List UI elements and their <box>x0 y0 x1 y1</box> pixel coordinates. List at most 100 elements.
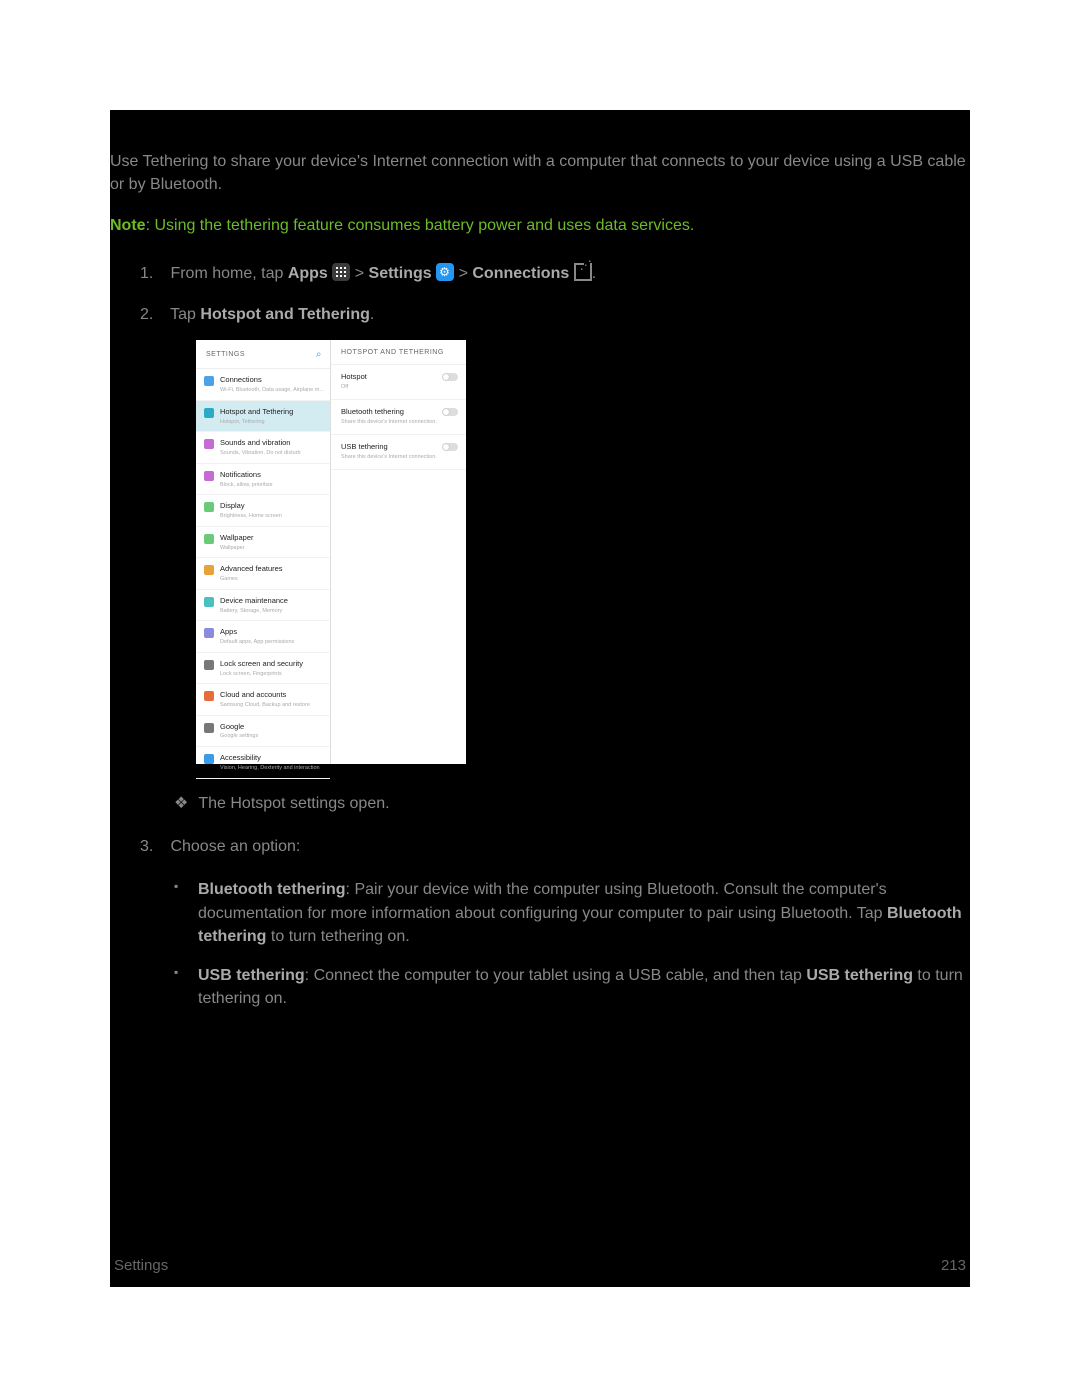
row-title: Hotspot and Tethering <box>220 407 324 418</box>
row-icon <box>204 754 214 764</box>
row-icon <box>204 471 214 481</box>
settings-row: Cloud and accountsSamsung Cloud, Backup … <box>196 684 330 715</box>
settings-row: Hotspot and TetheringHotspot, Tethering <box>196 401 330 432</box>
settings-left-header: SETTINGS ⌕ <box>196 340 330 370</box>
opt2-t1: : Connect the computer to your tablet us… <box>305 967 807 984</box>
row-icon <box>204 660 214 670</box>
row-title: Lock screen and security <box>220 659 324 670</box>
row-icon <box>204 597 214 607</box>
footer-page-number: 213 <box>941 1255 966 1277</box>
steps-list-cont: 3. Choose an option: <box>110 831 970 872</box>
settings-left-pane: SETTINGS ⌕ ConnectionsWi-Fi, Bluetooth, … <box>196 340 331 764</box>
row-icon <box>204 439 214 449</box>
diamond-bullet-icon: ❖ <box>174 795 188 812</box>
row-subtitle: Default apps, App permissions <box>220 638 324 646</box>
row-subtitle: Battery, Storage, Memory <box>220 607 324 615</box>
row-icon <box>204 534 214 544</box>
row-subtitle: Hotspot, Tethering <box>220 418 324 426</box>
row-icon <box>204 502 214 512</box>
page: Use Tethering to share your device's Int… <box>110 110 970 1287</box>
opt1-t2: to turn tethering on. <box>266 928 409 945</box>
detail-row: HotspotOff <box>331 365 466 400</box>
row-icon <box>204 628 214 638</box>
settings-row: DisplayBrightness, Home screen <box>196 495 330 526</box>
note-line: Note: Using the tethering feature consum… <box>110 214 970 257</box>
note-text: : Using the tethering feature consumes b… <box>146 217 695 234</box>
settings-row: WallpaperWallpaper <box>196 527 330 558</box>
detail-row: Bluetooth tetheringShare this device's I… <box>331 400 466 435</box>
step1-post: . <box>592 265 596 282</box>
row-subtitle: Lock screen, Fingerprints <box>220 670 324 678</box>
step-1: 1. From home, tap Apps > Settings > Conn… <box>140 258 970 299</box>
result-line: ❖ The Hotspot settings open. <box>110 778 970 831</box>
row-subtitle: Vision, Hearing, Dexterity and interacti… <box>220 764 324 772</box>
settings-row: AppsDefault apps, App permissions <box>196 621 330 652</box>
step1-apps: Apps <box>288 265 328 282</box>
detail-subtitle: Share this device's Internet connection. <box>341 453 456 462</box>
row-subtitle: Brightness, Home screen <box>220 512 324 520</box>
apps-icon <box>332 263 350 281</box>
row-icon <box>204 565 214 575</box>
row-title: Advanced features <box>220 564 324 575</box>
opt1-b1: Bluetooth tethering <box>198 881 346 898</box>
settings-row: AccessibilityVision, Hearing, Dexterity … <box>196 747 330 778</box>
step1-gt1: > <box>355 265 369 282</box>
row-subtitle: Google settings <box>220 732 324 740</box>
row-subtitle: Wi-Fi, Bluetooth, Data usage, Airplane m… <box>220 386 324 394</box>
settings-right-pane: HOTSPOT AND TETHERING HotspotOffBluetoot… <box>331 340 466 764</box>
detail-title: USB tethering <box>341 442 456 453</box>
row-subtitle: Samsung Cloud, Backup and restore <box>220 701 324 709</box>
step-2: 2. Tap Hotspot and Tethering. SETTINGS ⌕… <box>140 299 970 778</box>
row-icon <box>204 723 214 733</box>
toggle-switch <box>442 408 458 416</box>
footer-section: Settings <box>114 1255 168 1277</box>
step1-gt2: > <box>459 265 473 282</box>
detail-row: USB tetheringShare this device's Interne… <box>331 435 466 470</box>
step-number: 3. <box>140 835 166 858</box>
connections-icon <box>574 263 592 281</box>
step-3: 3. Choose an option: <box>140 831 970 872</box>
step3-text: Choose an option: <box>170 838 300 855</box>
step1-settings: Settings <box>369 265 432 282</box>
note-label: Note <box>110 217 146 234</box>
row-title: Sounds and vibration <box>220 438 324 449</box>
right-header-label: HOTSPOT AND TETHERING <box>341 348 444 358</box>
settings-row: Device maintenanceBattery, Storage, Memo… <box>196 590 330 621</box>
option-usb: USB tethering: Connect the computer to y… <box>174 958 970 1020</box>
row-title: Apps <box>220 627 324 638</box>
settings-screenshot: SETTINGS ⌕ ConnectionsWi-Fi, Bluetooth, … <box>196 340 466 764</box>
settings-right-header: HOTSPOT AND TETHERING <box>331 340 466 365</box>
step2-post: . <box>370 306 374 323</box>
settings-row: Sounds and vibrationSounds, Vibration, D… <box>196 432 330 463</box>
row-subtitle: Games <box>220 575 324 583</box>
settings-row: Lock screen and securityLock screen, Fin… <box>196 653 330 684</box>
row-title: Cloud and accounts <box>220 690 324 701</box>
step-number: 1. <box>140 262 166 285</box>
row-title: Google <box>220 722 324 733</box>
row-title: Notifications <box>220 470 324 481</box>
step-number: 2. <box>140 303 166 326</box>
option-bluetooth: Bluetooth tethering: Pair your device wi… <box>174 872 970 958</box>
step1-connections: Connections <box>472 265 569 282</box>
step1-pre: From home, tap <box>170 265 287 282</box>
row-icon <box>204 408 214 418</box>
detail-subtitle: Off <box>341 383 456 392</box>
opt2-b2: USB tethering <box>806 967 913 984</box>
row-subtitle: Wallpaper <box>220 544 324 552</box>
page-footer: Settings 213 <box>110 1255 970 1277</box>
step2-bold: Hotspot and Tethering <box>200 306 369 323</box>
toggle-switch <box>442 373 458 381</box>
detail-title: Bluetooth tethering <box>341 407 456 418</box>
settings-header-label: SETTINGS <box>206 350 245 360</box>
detail-title: Hotspot <box>341 372 456 383</box>
row-title: Display <box>220 501 324 512</box>
intro-text: Use Tethering to share your device's Int… <box>110 110 970 214</box>
row-title: Accessibility <box>220 753 324 764</box>
row-subtitle: Sounds, Vibration, Do not disturb <box>220 449 324 457</box>
settings-row: Advanced featuresGames <box>196 558 330 589</box>
result-text: The Hotspot settings open. <box>198 795 389 812</box>
opt2-b1: USB tethering <box>198 967 305 984</box>
step2-pre: Tap <box>170 306 200 323</box>
row-icon <box>204 691 214 701</box>
settings-row: NotificationsBlock, allow, prioritize <box>196 464 330 495</box>
